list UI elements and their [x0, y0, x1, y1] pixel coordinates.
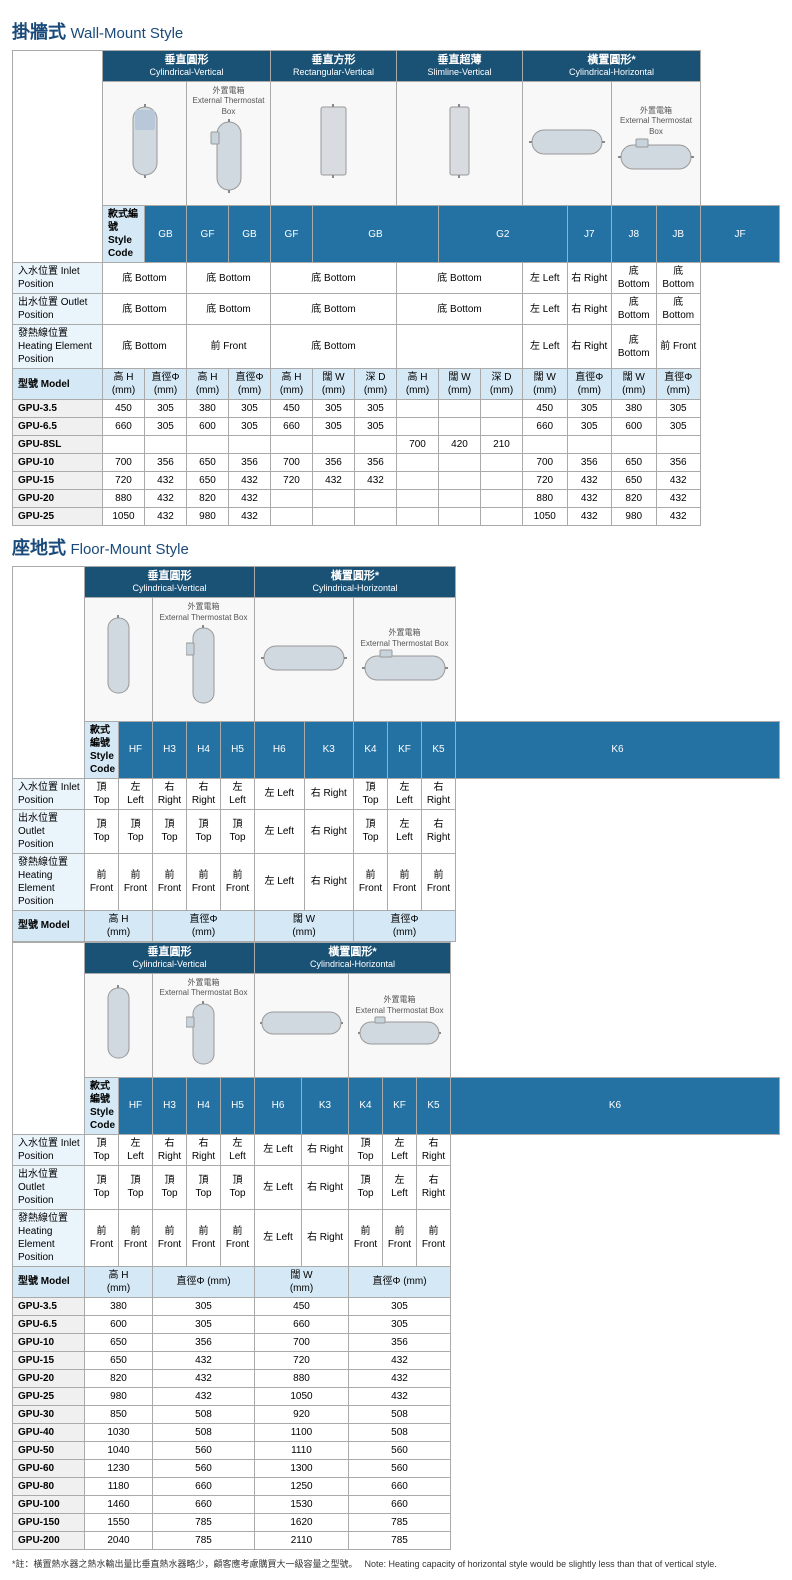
table-row: GPU-40 1030 508 1100 508	[13, 1423, 780, 1441]
wall-mount-section: 掛牆式 Wall-Mount Style 垂直圓形 Cylindrical-Ve…	[12, 18, 780, 526]
table-row: GPU-80 1180 660 1250 660	[13, 1477, 780, 1495]
table-row: GPU-20 880432 820432 880432 820432	[13, 490, 780, 508]
floor-inlet-row2: 入水位置 Inlet Position 頂 Top左 Left 右 Right右…	[13, 1134, 780, 1165]
table-row: GPU-30 850 508 920 508	[13, 1405, 780, 1423]
floor-inlet-row: 入水位置 Inlet Position 頂 Top 左 Left 右 Right…	[13, 778, 780, 809]
group-header-row: 垂直圓形 Cylindrical-Vertical 垂直方形 Rectangul…	[13, 51, 780, 82]
floor-mount-section: 座地式 Floor-Mount Style 垂直圓形 Cylindrical-V…	[12, 534, 780, 1550]
table-row: GPU-6.5 660305 600305 660305305 660305 6…	[13, 418, 780, 436]
floor-outlet-row: 出水位置 Outlet Position 頂 Top 頂 Top 頂 Top 頂…	[13, 809, 780, 853]
slim-vert-header: 垂直超薄 Slimline-Vertical	[397, 51, 523, 82]
floor-mount-data-table: 垂直圓形 Cylindrical-Vertical 橫置圓形* Cylindri…	[12, 942, 780, 1550]
img-rect-vert-wall	[271, 81, 397, 205]
img-gb-wall	[103, 81, 187, 205]
table-row: GPU-10 650 356 700 356	[13, 1333, 780, 1351]
table-row: GPU-25 980 432 1050 432	[13, 1387, 780, 1405]
table-row: GPU-60 1230 560 1300 560	[13, 1459, 780, 1477]
floor-img-row2: 外置電箱External Thermostat Box 外置電箱	[13, 973, 780, 1077]
floor-img-k3k4	[255, 598, 354, 722]
floor-mount-title: 座地式 Floor-Mount Style	[12, 534, 780, 560]
wall-mount-table: 垂直圓形 Cylindrical-Vertical 垂直方形 Rectangul…	[12, 50, 780, 526]
floor-group-header-row: 垂直圓形 Cylindrical-Vertical 橫置圓形* Cylindri…	[13, 567, 780, 598]
table-row: GPU-6.5 600 305 660 305	[13, 1315, 780, 1333]
floor-img-kf-k5k6: 外置電箱External Thermostat Box	[354, 598, 456, 722]
img-cyl-horiz-jbjf: 外置電箱External Thermostat Box	[612, 81, 701, 205]
table-row: GPU-3.5 380 305 450 305	[13, 1297, 780, 1315]
product-images-row: 外置電箱External Thermostat Box	[13, 81, 780, 205]
heating-row: 發熱線位置Heating Element Position 底 Bottom 前…	[13, 325, 780, 369]
table-row: GPU-20 820 432 880 432	[13, 1369, 780, 1387]
outlet-row: 出水位置 Outlet Position 底 Bottom 底 Bottom 底…	[13, 294, 780, 325]
table-row: GPU-50 1040 560 1110 560	[13, 1441, 780, 1459]
style-code-label: 款式編號 Style Code	[103, 206, 145, 263]
img-cyl-horiz-j78	[523, 81, 612, 205]
floor-cyl-horiz-header: 橫置圓形* Cylindrical-Horizontal	[255, 567, 456, 598]
cyl-horiz-header: 橫置圓形* Cylindrical-Horizontal	[523, 51, 701, 82]
table-row: GPU-150 1550 785 1620 785	[13, 1513, 780, 1531]
floor-heating-row2: 發熱線位置Heating Element Position 前 Front前 F…	[13, 1209, 780, 1266]
table-row: GPU-200 2040 785 2110 785	[13, 1531, 780, 1549]
wall-mount-title: 掛牆式 Wall-Mount Style	[12, 18, 780, 44]
floor-group-header-row2: 垂直圓形 Cylindrical-Vertical 橫置圓形* Cylindri…	[13, 942, 780, 973]
floor-mount-table: 垂直圓形 Cylindrical-Vertical 橫置圓形* Cylindri…	[12, 566, 780, 942]
floor-cyl-vert-header: 垂直圓形 Cylindrical-Vertical	[85, 567, 255, 598]
rect-vert-header: 垂直方形 Rectangular-Vertical	[271, 51, 397, 82]
img-gf-wall: 外置電箱External Thermostat Box	[187, 81, 271, 205]
floor-heating-row: 發熱線位置Heating Element Position 前 Front 前 …	[13, 853, 780, 910]
floor-dim-header2: 型號 Model 高 H(mm) 直徑Φ (mm) 闊 W(mm) 直徑Φ (m…	[13, 1266, 780, 1297]
floor-style-code-row: 款式編號 Style Code HF H3 H4 H5 H6 K3 K4 KF …	[13, 721, 780, 778]
cyl-vert-header: 垂直圓形 Cylindrical-Vertical	[103, 51, 271, 82]
floor-style-row2: 款式編號 Style Code HF H3 H4 H5 H6 K3 K4 KF …	[13, 1077, 780, 1134]
floor-dim-header-row: 型號 Model 高 H(mm) 直徑Φ(mm) 闊 W(mm) 直徑Φ(mm)	[13, 910, 780, 941]
floor-images-row: 外置電箱External Thermostat Box	[13, 598, 780, 722]
inlet-row: 入水位置 Inlet Position 底 Bottom 底 Bottom 底 …	[13, 263, 780, 294]
table-row: GPU-3.5 450305 380305 450305305 450305 3…	[13, 400, 780, 418]
table-row: GPU-15 650 432 720 432	[13, 1351, 780, 1369]
floor-outlet-row2: 出水位置 Outlet Position 頂 Top頂 Top 頂 Top頂 T…	[13, 1165, 780, 1209]
floor-img-hf	[85, 598, 153, 722]
table-row: GPU-25 1050432 980432 1050432 980432	[13, 508, 780, 526]
style-code-row: 款式編號 Style Code GB GF GB GF GB G2 J7 J8 …	[13, 206, 780, 263]
table-row: GPU-10 700356 650356 700356356 700356 65…	[13, 454, 780, 472]
dim-header-row: 型號 Model 高 H(mm) 直徑Φ(mm) 高 H(mm) 直徑Φ(mm)…	[13, 369, 780, 400]
footnote: *註：橫置熱水器之熱水輸出量比垂直熱水器略少，顧客應考慮購買大一級容量之型號。 …	[12, 1558, 780, 1571]
img-slim-vert-wall	[397, 81, 523, 205]
table-row: GPU-8SL 700420210	[13, 436, 780, 454]
table-row: GPU-100 1460 660 1530 660	[13, 1495, 780, 1513]
floor-img-h3h4: 外置電箱External Thermostat Box	[153, 598, 255, 722]
table-row: GPU-15 720432 650432 720432432 720432 65…	[13, 472, 780, 490]
